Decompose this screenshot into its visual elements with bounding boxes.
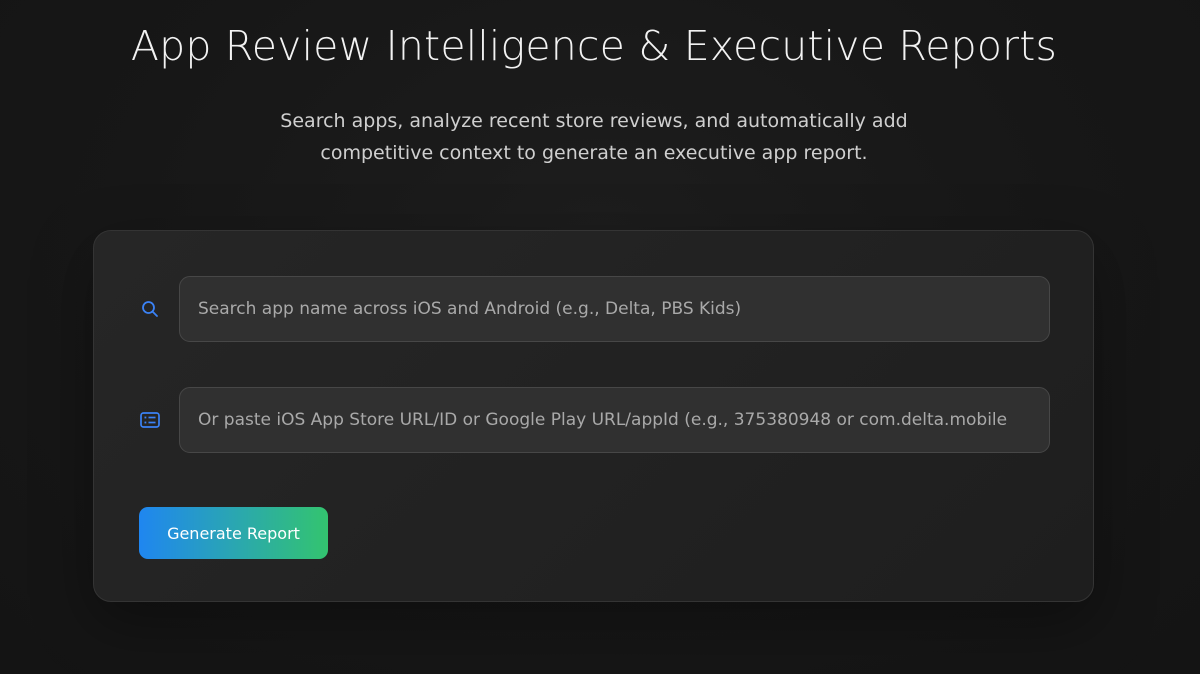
report-form-card: Generate Report: [93, 230, 1094, 602]
list-icon: [138, 408, 162, 432]
search-field: [179, 276, 1050, 342]
page-subtitle: Search apps, analyze recent store review…: [0, 105, 1188, 169]
subtitle-line-2: competitive context to generate an execu…: [320, 142, 868, 164]
page-title: App Review Intelligence & Executive Repo…: [130, 22, 1058, 70]
generate-report-button[interactable]: Generate Report: [139, 507, 328, 559]
subtitle-line-1: Search apps, analyze recent store review…: [280, 110, 908, 132]
search-input[interactable]: [180, 277, 1049, 341]
url-field: [179, 387, 1050, 453]
app-url-input[interactable]: [180, 388, 1049, 452]
search-icon: [138, 297, 162, 321]
page: App Review Intelligence & Executive Repo…: [0, 0, 1200, 674]
